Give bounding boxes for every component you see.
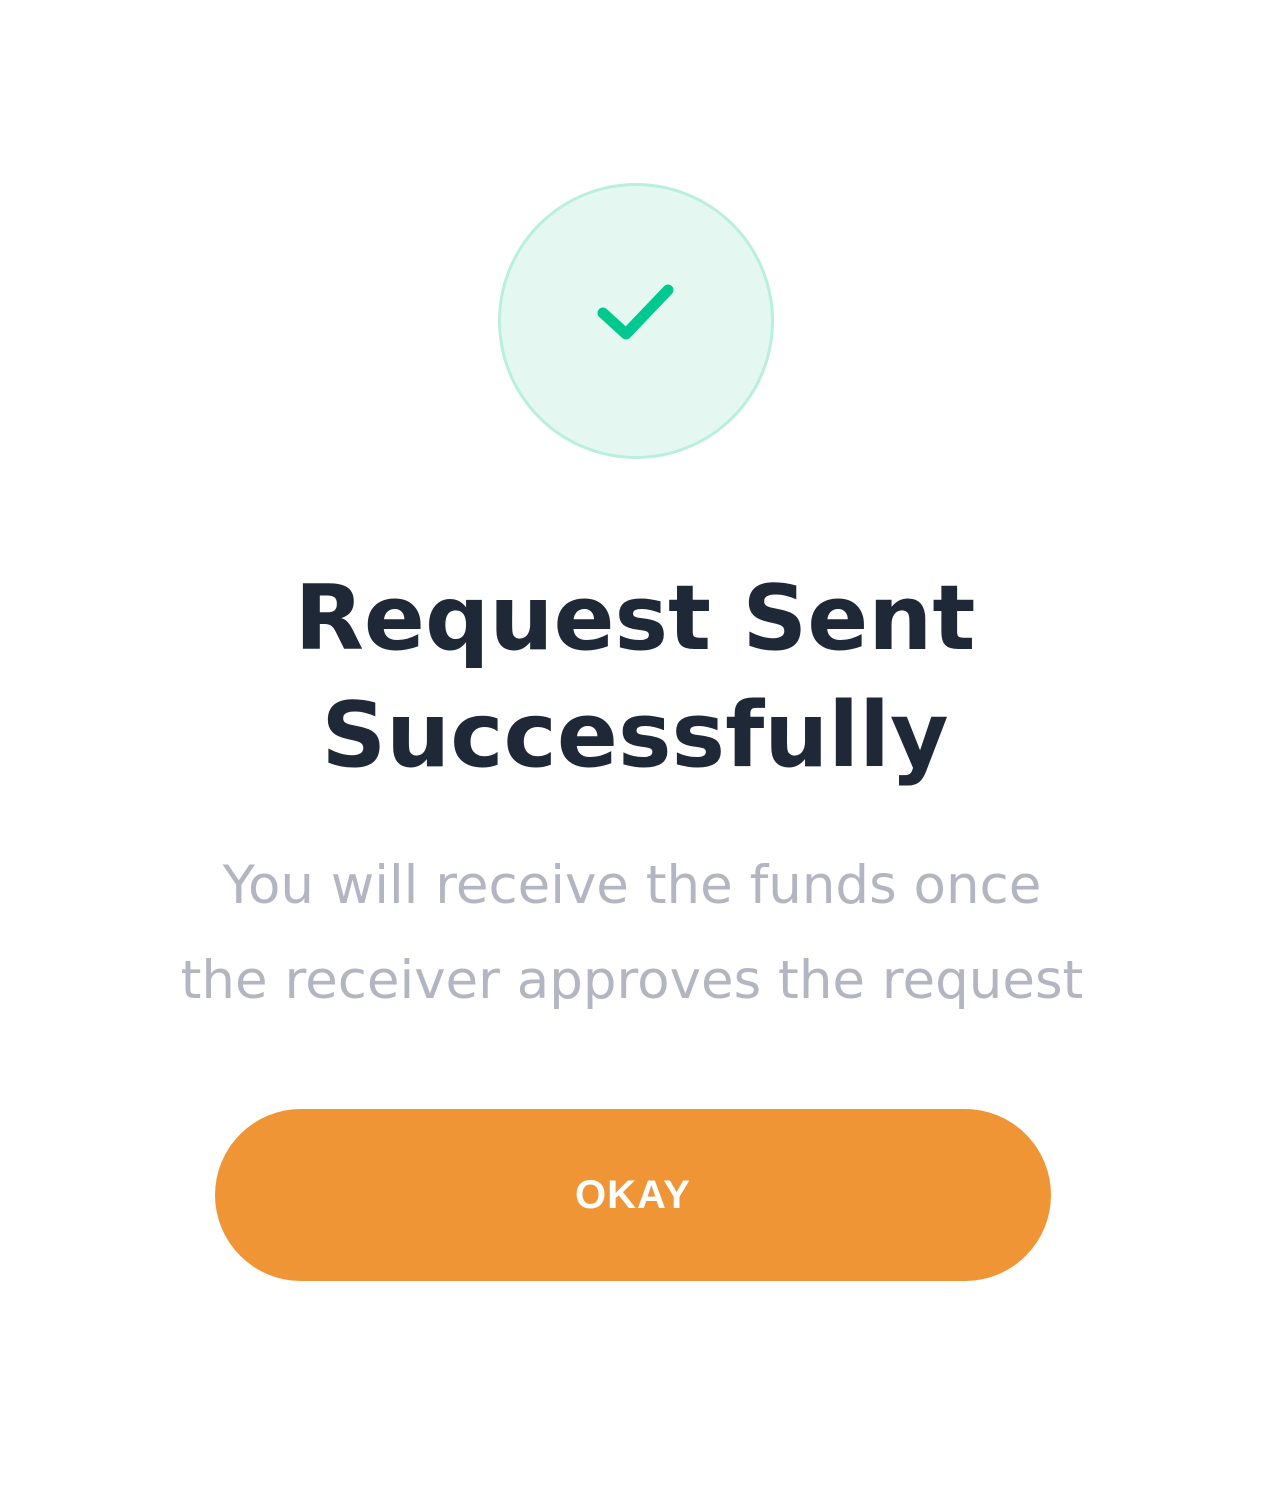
success-message: You will receive the funds once the rece… (0, 838, 1264, 1028)
success-icon-circle (498, 183, 774, 459)
okay-button[interactable]: OKAY (215, 1109, 1051, 1281)
success-message-line-2: the receiver approves the request (180, 950, 1084, 1011)
success-title: Request Sent Successfully (0, 560, 1270, 794)
success-title-line-1: Request Sent (294, 566, 976, 671)
success-title-line-2: Successfully (321, 683, 949, 788)
success-message-line-1: You will receive the funds once (222, 855, 1042, 916)
check-icon (597, 284, 674, 340)
